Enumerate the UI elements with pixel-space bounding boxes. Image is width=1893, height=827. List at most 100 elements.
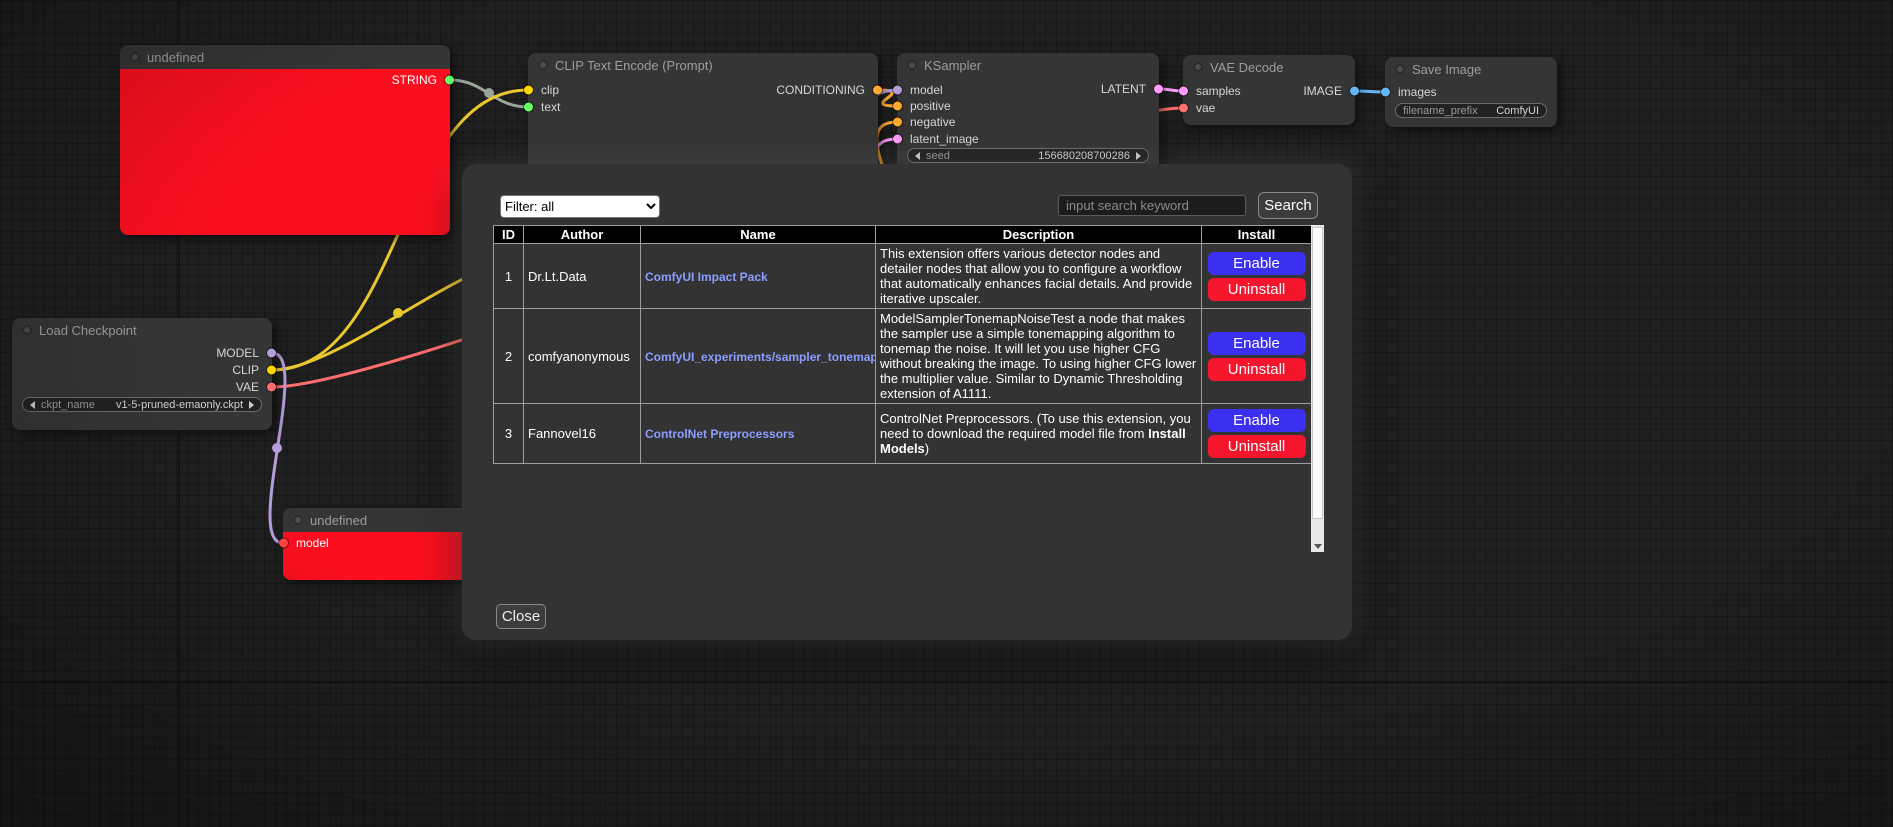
cell-id: 3 <box>494 404 524 464</box>
conditioning-slot-dot[interactable] <box>893 102 902 111</box>
filter-select[interactable]: Filter: all <box>500 195 660 218</box>
slot-label: positive <box>910 99 951 113</box>
cell-author: Dr.Lt.Data <box>524 244 641 309</box>
output-slot-latent[interactable]: LATENT <box>1101 81 1159 97</box>
uninstall-button[interactable]: Uninstall <box>1208 435 1306 458</box>
output-slot-image[interactable]: IMAGE <box>1303 83 1355 99</box>
enable-button[interactable]: Enable <box>1208 252 1306 275</box>
extension-link[interactable]: ComfyUI_experiments/sampler_tonemap <box>645 350 876 364</box>
header-name: Name <box>641 226 876 244</box>
uninstall-button[interactable]: Uninstall <box>1208 278 1306 301</box>
increment-arrow-icon[interactable] <box>1136 152 1141 160</box>
custom-nodes-manager-dialog: Filter: all Search ID Author Name Descri… <box>462 164 1352 640</box>
extension-link[interactable]: ComfyUI Impact Pack <box>645 270 768 284</box>
string-slot-dot[interactable] <box>524 103 533 112</box>
header-author: Author <box>524 226 641 244</box>
cell-description: ControlNet Preprocessors. (To use this e… <box>876 404 1202 464</box>
collapse-dot-icon[interactable] <box>22 325 32 335</box>
image-slot-dot[interactable] <box>1350 87 1359 96</box>
extension-link[interactable]: ControlNet Preprocessors <box>645 427 794 441</box>
widget-name: ckpt_name <box>41 399 95 411</box>
input-slot-positive[interactable]: positive <box>897 98 951 114</box>
input-slot-latent-image[interactable]: latent_image <box>897 131 979 147</box>
output-slot-string[interactable]: STRING <box>392 72 450 88</box>
table-row: 3 Fannovel16 ControlNet Preprocessors Co… <box>494 404 1312 464</box>
link-midpoint-dot <box>272 443 282 453</box>
input-slot-images[interactable]: images <box>1385 84 1437 100</box>
output-slot-vae[interactable]: VAE <box>236 379 272 395</box>
latent-slot-dot[interactable] <box>1154 85 1163 94</box>
conditioning-slot-dot[interactable] <box>873 86 882 95</box>
slot-label: latent_image <box>910 132 979 146</box>
collapse-dot-icon[interactable] <box>1395 64 1405 74</box>
collapse-dot-icon[interactable] <box>130 52 140 62</box>
scrollbar-thumb[interactable] <box>1312 227 1323 519</box>
node-title-bar[interactable]: Load Checkpoint <box>12 318 272 342</box>
vae-slot-dot[interactable] <box>267 383 276 392</box>
search-input[interactable] <box>1058 195 1246 216</box>
node-title-bar[interactable]: undefined <box>120 45 450 69</box>
previous-arrow-icon[interactable] <box>30 401 35 409</box>
collapse-dot-icon[interactable] <box>293 515 303 525</box>
node-load-checkpoint[interactable]: Load Checkpoint MODEL CLIP VAE ckpt_name… <box>12 318 272 430</box>
vae-slot-dot[interactable] <box>1179 104 1188 113</box>
node-title: Save Image <box>1412 62 1481 77</box>
node-title-bar[interactable]: Save Image <box>1385 57 1557 81</box>
table-scrollbar[interactable] <box>1311 225 1324 552</box>
cell-author: comfyanonymous <box>524 309 641 404</box>
node-canvas[interactable]: undefined STRING CLIP Text Encode (Promp… <box>0 0 1893 827</box>
output-slot-model[interactable]: MODEL <box>216 345 272 361</box>
collapse-dot-icon[interactable] <box>907 60 917 70</box>
conditioning-slot-dot[interactable] <box>893 118 902 127</box>
input-slot-samples[interactable]: samples <box>1183 83 1241 99</box>
input-slot-model[interactable]: model <box>283 535 329 551</box>
node-title: undefined <box>310 513 367 528</box>
table-row: 2 comfyanonymous ComfyUI_experiments/sam… <box>494 309 1312 404</box>
latent-slot-dot[interactable] <box>893 135 902 144</box>
filename-prefix-widget[interactable]: filename_prefix ComfyUI <box>1395 103 1547 118</box>
image-slot-dot[interactable] <box>1381 88 1390 97</box>
output-slot-clip[interactable]: CLIP <box>232 362 272 378</box>
clip-slot-dot[interactable] <box>524 86 533 95</box>
enable-button[interactable]: Enable <box>1208 409 1306 432</box>
input-slot-negative[interactable]: negative <box>897 114 955 130</box>
node-undefined-top[interactable]: undefined STRING <box>120 45 450 235</box>
table-header-row: ID Author Name Description Install <box>494 226 1312 244</box>
model-slot-dot[interactable] <box>893 86 902 95</box>
node-title-bar[interactable]: VAE Decode <box>1183 55 1355 79</box>
slot-label: images <box>1398 85 1437 99</box>
node-title: VAE Decode <box>1210 60 1283 75</box>
node-title-bar[interactable]: CLIP Text Encode (Prompt) <box>528 53 878 77</box>
scroll-down-icon[interactable] <box>1314 544 1322 549</box>
widget-value: v1-5-pruned-emaonly.ckpt <box>116 399 243 411</box>
widget-value: 156680208700286 <box>1038 150 1130 162</box>
extensions-table-area: ID Author Name Description Install 1 Dr.… <box>493 225 1324 552</box>
collapse-dot-icon[interactable] <box>538 60 548 70</box>
ckpt-name-widget[interactable]: ckpt_name v1-5-pruned-emaonly.ckpt <box>22 397 262 412</box>
search-button[interactable]: Search <box>1258 192 1318 219</box>
slot-label: clip <box>541 83 559 97</box>
node-save-image[interactable]: Save Image images filename_prefix ComfyU… <box>1385 57 1557 127</box>
link-midpoint-dot <box>484 88 494 98</box>
input-slot-model[interactable]: model <box>897 82 943 98</box>
model-slot-dot[interactable] <box>267 349 276 358</box>
next-arrow-icon[interactable] <box>249 401 254 409</box>
collapse-dot-icon[interactable] <box>1193 62 1203 72</box>
clip-slot-dot[interactable] <box>267 366 276 375</box>
node-title: KSampler <box>924 58 981 73</box>
string-slot-dot[interactable] <box>445 76 454 85</box>
latent-slot-dot[interactable] <box>1179 87 1188 96</box>
node-title-bar[interactable]: KSampler <box>897 53 1159 77</box>
output-slot-conditioning[interactable]: CONDITIONING <box>776 82 878 98</box>
input-slot-clip[interactable]: clip <box>528 82 559 98</box>
close-button[interactable]: Close <box>496 604 546 629</box>
decrement-arrow-icon[interactable] <box>915 152 920 160</box>
seed-widget[interactable]: seed 156680208700286 <box>907 148 1149 163</box>
model-slot-dot[interactable] <box>279 539 288 548</box>
slot-label: model <box>296 536 329 550</box>
enable-button[interactable]: Enable <box>1208 332 1306 355</box>
uninstall-button[interactable]: Uninstall <box>1208 358 1306 381</box>
node-vae-decode[interactable]: VAE Decode samples vae IMAGE <box>1183 55 1355 125</box>
input-slot-text[interactable]: text <box>528 99 560 115</box>
input-slot-vae[interactable]: vae <box>1183 100 1215 116</box>
